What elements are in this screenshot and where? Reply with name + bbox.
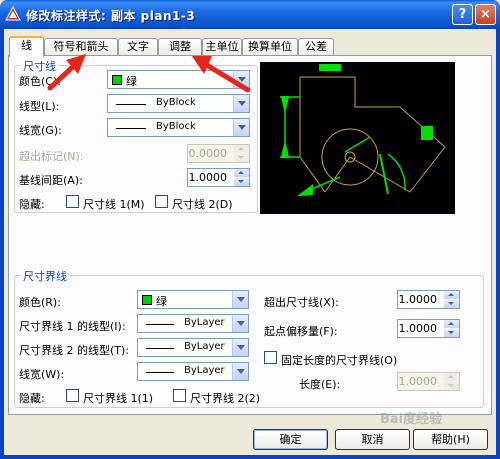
window-frame-left <box>0 29 4 459</box>
chevron-down-icon[interactable] <box>232 339 248 356</box>
help-button[interactable]: 帮助(H) <box>413 429 488 450</box>
suppress-ext-line-1-label: 尺寸界线 1(1) <box>83 392 154 405</box>
title-help-button[interactable]: ? <box>452 4 473 25</box>
window-frame-bottom <box>0 455 500 459</box>
dim-extend-spinner[interactable]: 0.0000 <box>187 144 250 163</box>
spin-up-icon[interactable] <box>444 291 459 299</box>
ext-offset-label: 起点偏移量(F): <box>264 325 338 338</box>
tab-primary-units[interactable]: 主单位 <box>202 38 242 56</box>
line-sample <box>116 128 146 129</box>
autocad-icon <box>5 6 21 21</box>
cancel-button[interactable]: 取消 <box>335 429 410 450</box>
chevron-down-icon[interactable] <box>233 95 249 112</box>
chevron-down-icon[interactable] <box>232 315 248 332</box>
spin-down-icon[interactable] <box>444 329 459 337</box>
dimension-preview <box>260 62 455 214</box>
dim-linetype-select[interactable]: ByBlock <box>107 94 250 113</box>
suppress-dim-line-1-checkbox[interactable] <box>66 195 79 208</box>
ext-linetype1-value: ByLayer <box>184 317 225 328</box>
group-title-extension-lines: 尺寸界线 <box>21 268 69 284</box>
suppress-ext-line-1-checkbox[interactable] <box>66 389 79 402</box>
line-sample <box>146 372 174 373</box>
dim-linetype-label: 线型(L): <box>19 100 60 113</box>
ext-beyond-label: 超出尺寸线(X): <box>264 296 339 309</box>
dim-baseline-value: 1.0000 <box>188 171 228 184</box>
spin-down-icon[interactable] <box>234 178 249 186</box>
dim-linetype-value: ByBlock <box>156 97 196 108</box>
ext-linetype2-select[interactable]: ByLayer <box>137 338 249 357</box>
ext-length-value: 1.0000 <box>398 375 438 388</box>
spin-up-icon[interactable] <box>234 145 249 153</box>
dim-suppress-label: 隐藏: <box>19 198 45 211</box>
dim-color-select[interactable]: 绿 <box>107 70 250 89</box>
ext-linetype1-label: 尺寸界线 1 的线型(I): <box>19 320 126 333</box>
dim-color-value: 绿 <box>126 75 137 88</box>
ext-color-value: 绿 <box>156 295 167 308</box>
ext-linetype1-select[interactable]: ByLayer <box>137 314 249 333</box>
spin-up-icon[interactable] <box>444 320 459 328</box>
chevron-down-icon[interactable] <box>233 119 249 136</box>
chevron-down-icon[interactable] <box>232 291 248 308</box>
dim-color-label: 颜色(C): <box>19 75 61 88</box>
green-swatch <box>112 75 122 85</box>
dim-extend-value: 0.0000 <box>188 147 228 160</box>
fixed-length-label: 固定长度的尺寸界线(O) <box>281 354 398 367</box>
ext-beyond-value: 1.0000 <box>398 293 438 306</box>
tab-tolerances[interactable]: 公差 <box>298 38 334 56</box>
spin-down-icon[interactable] <box>444 300 459 308</box>
ext-length-spinner[interactable]: 1.0000 <box>397 372 460 391</box>
fixed-length-checkbox[interactable] <box>264 351 277 364</box>
group-title-dimension-lines: 尺寸线 <box>21 58 58 74</box>
spin-down-icon[interactable] <box>234 154 249 162</box>
ext-lineweight-label: 线宽(W): <box>19 368 65 381</box>
ext-lineweight-select[interactable]: ByLayer <box>137 362 249 381</box>
spin-up-icon[interactable] <box>234 169 249 177</box>
chevron-down-icon[interactable] <box>232 363 248 380</box>
ext-lineweight-value: ByLayer <box>184 365 225 376</box>
green-swatch <box>142 295 152 305</box>
watermark: Bai度经验 <box>380 412 443 427</box>
dim-lineweight-value: ByBlock <box>156 121 196 132</box>
ext-linetype2-label: 尺寸界线 2 的线型(T): <box>19 344 129 357</box>
suppress-dim-line-2-label: 尺寸线 2(D) <box>172 198 233 211</box>
dim-extend-label: 超出标记(N): <box>19 150 84 163</box>
preview-drawing <box>280 64 446 197</box>
ext-color-select[interactable]: 绿 <box>137 290 249 309</box>
ext-linetype2-value: ByLayer <box>184 341 225 352</box>
line-sample <box>116 104 146 105</box>
ext-beyond-spinner[interactable]: 1.0000 <box>397 290 460 309</box>
suppress-dim-line-2-checkbox[interactable] <box>155 195 168 208</box>
close-button[interactable]: × <box>475 4 496 25</box>
tab-alternate-units[interactable]: 换算单位 <box>242 38 298 56</box>
ext-length-label: 长度(E): <box>299 378 341 391</box>
window-frame-right <box>496 29 500 459</box>
tab-lines[interactable]: 线 <box>9 36 44 57</box>
dim-baseline-spinner[interactable]: 1.0000 <box>187 168 250 187</box>
dim-baseline-label: 基线间距(A): <box>19 174 83 187</box>
suppress-dim-line-1-label: 尺寸线 1(M) <box>83 198 145 211</box>
title-bar: 修改标注样式: 副本 plan1-3 ? × <box>0 0 500 29</box>
suppress-ext-line-2-label: 尺寸界线 2(2) <box>190 392 261 405</box>
ext-offset-value: 1.0000 <box>398 322 438 335</box>
dim-lineweight-label: 线宽(G): <box>19 124 62 137</box>
tab-symbols-arrows[interactable]: 符号和箭头 <box>44 38 118 56</box>
line-sample <box>146 324 174 325</box>
ext-color-label: 颜色(R): <box>19 296 61 309</box>
line-sample <box>146 348 174 349</box>
chevron-down-icon[interactable] <box>233 71 249 88</box>
ext-suppress-label: 隐藏: <box>19 392 45 405</box>
tab-fit[interactable]: 调整 <box>158 38 202 56</box>
spin-down-icon[interactable] <box>444 382 459 390</box>
dim-lineweight-select[interactable]: ByBlock <box>107 118 250 137</box>
spin-up-icon[interactable] <box>444 373 459 381</box>
suppress-ext-line-2-checkbox[interactable] <box>173 389 186 402</box>
ext-offset-spinner[interactable]: 1.0000 <box>397 319 460 338</box>
window-title: 修改标注样式: 副本 plan1-3 <box>26 9 196 23</box>
tab-text[interactable]: 文字 <box>118 38 158 56</box>
ok-button[interactable]: 确定 <box>253 429 328 450</box>
